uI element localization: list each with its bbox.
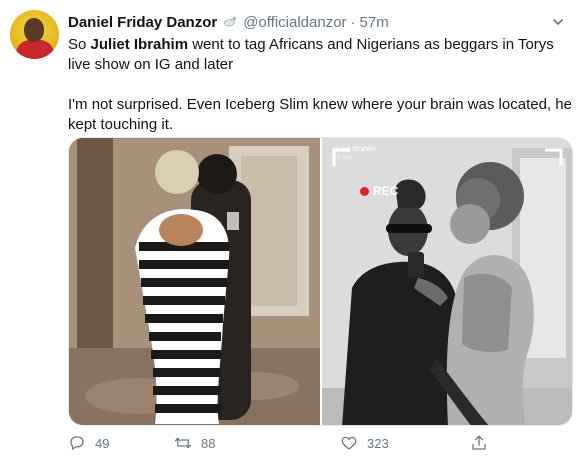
snap-overlay-name: Juliet Ibrahim <box>334 146 376 153</box>
reply-icon <box>70 436 84 450</box>
avatar[interactable] <box>10 10 59 59</box>
tweet-media[interactable]: Juliet Ibrahim 1h ago REC <box>68 137 573 426</box>
mentioned-name: Juliet Ibrahim <box>90 36 189 53</box>
tweet-timestamp[interactable]: 57m <box>360 14 389 31</box>
heart-icon <box>341 436 357 450</box>
tweet-paragraph-1: So Juliet Ibrahim went to tag Africans a… <box>68 36 554 73</box>
share-icon <box>472 435 486 450</box>
author-name[interactable]: Daniel Friday Danzor <box>68 14 217 31</box>
reply-count: 49 <box>95 435 110 451</box>
reply-button[interactable]: 49 <box>68 432 109 454</box>
retweet-button[interactable]: 88 <box>174 432 215 454</box>
like-count: 323 <box>367 435 389 451</box>
rec-indicator: REC <box>360 184 398 198</box>
tweet-paragraph-2: I'm not surprised. Even Iceberg Slim kne… <box>68 96 572 133</box>
chevron-down-icon[interactable] <box>548 12 568 32</box>
share-button[interactable] <box>470 432 497 454</box>
tweet-text: So Juliet Ibrahim went to tag Africans a… <box>68 35 573 135</box>
retweet-count: 88 <box>201 435 216 451</box>
tweet[interactable]: Daniel Friday Danzor @officialdanzor · 5… <box>0 0 580 460</box>
like-button[interactable]: 323 <box>340 432 389 454</box>
snap-overlay-time: 1h ago <box>334 155 353 161</box>
rec-label: REC <box>373 184 399 198</box>
dove-icon <box>222 14 238 30</box>
tweet-header: Daniel Friday Danzor @officialdanzor · 5… <box>68 12 389 32</box>
record-dot-icon <box>360 186 369 196</box>
photo-left[interactable] <box>69 138 320 425</box>
photo-right[interactable]: Juliet Ibrahim 1h ago REC <box>322 138 572 425</box>
retweet-icon <box>174 437 192 449</box>
tweet-actions: 49 88 323 <box>68 432 488 454</box>
author-handle[interactable]: @officialdanzor <box>243 14 346 31</box>
separator-dot: · <box>350 13 356 31</box>
